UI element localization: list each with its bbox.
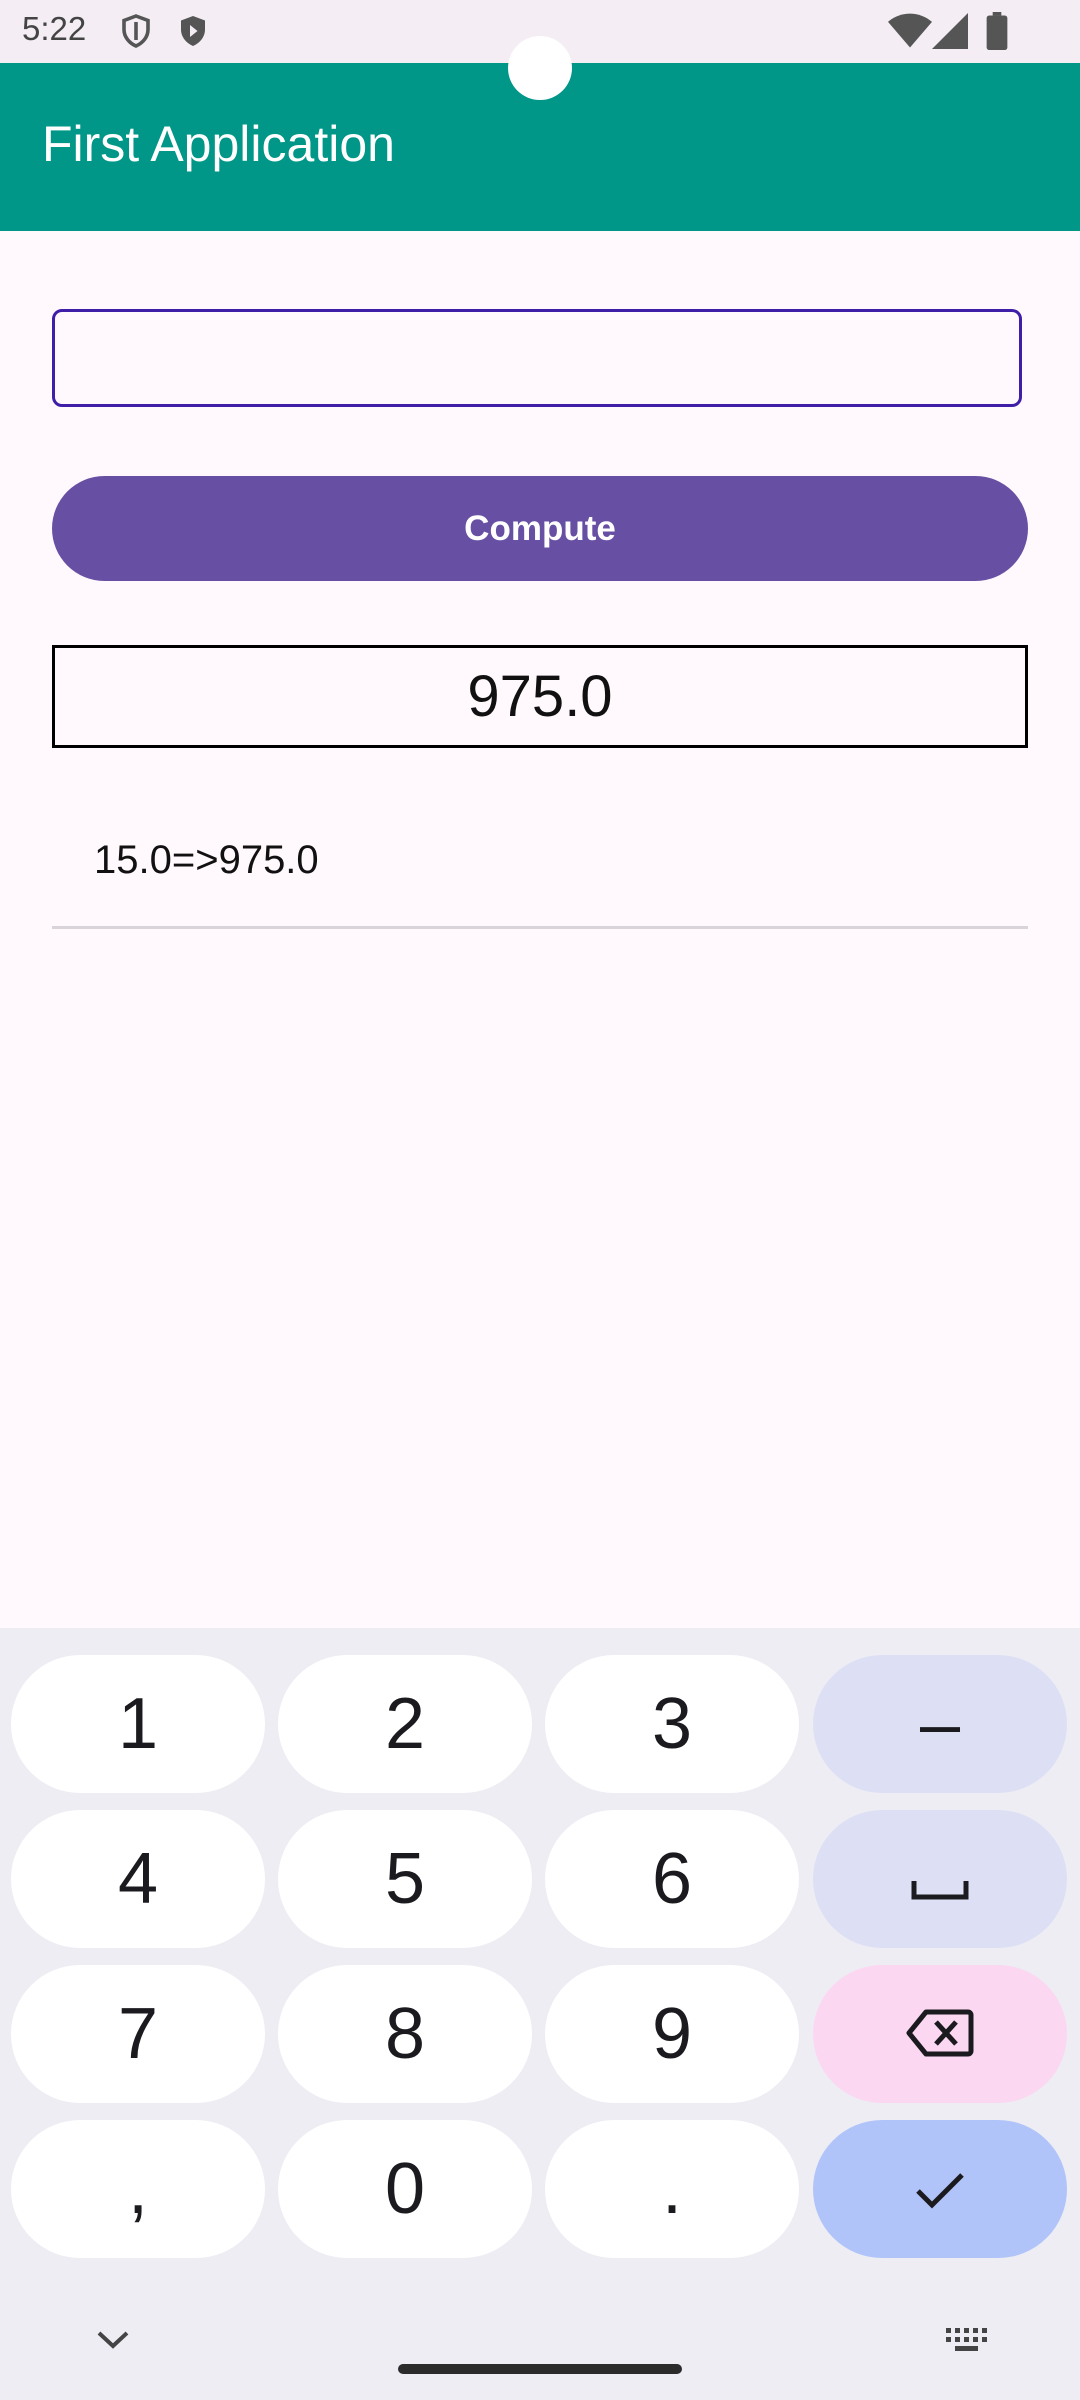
play-protect-icon xyxy=(175,12,211,55)
battery-icon xyxy=(986,12,1008,55)
chevron-down-icon[interactable] xyxy=(96,2330,130,2355)
key-done[interactable] xyxy=(813,2120,1067,2258)
keyboard-icon[interactable] xyxy=(944,2326,990,2359)
cell-signal-icon xyxy=(932,12,968,55)
shield-icon xyxy=(118,12,154,55)
key-period[interactable]: . xyxy=(545,2120,799,2258)
key-2[interactable]: 2 xyxy=(278,1655,532,1793)
app-title: First Application xyxy=(42,116,395,172)
result-display: 975.0 xyxy=(52,645,1028,748)
number-input[interactable] xyxy=(52,309,1022,407)
numeric-keyboard: 1 2 3 – 4 5 6 7 8 9 , 0 . xyxy=(0,1628,1080,2400)
key-9[interactable]: 9 xyxy=(545,1965,799,2103)
key-minus[interactable]: – xyxy=(813,1655,1067,1793)
camera-cutout xyxy=(508,36,572,100)
history-list-item[interactable]: 15.0=>975.0 xyxy=(94,838,319,883)
key-7[interactable]: 7 xyxy=(11,1965,265,2103)
status-time: 5:22 xyxy=(22,10,87,47)
key-3[interactable]: 3 xyxy=(545,1655,799,1793)
key-4[interactable]: 4 xyxy=(11,1810,265,1948)
compute-button[interactable]: Compute xyxy=(52,476,1028,581)
space-icon xyxy=(910,1838,970,1920)
key-8[interactable]: 8 xyxy=(278,1965,532,2103)
key-comma[interactable]: , xyxy=(11,2120,265,2258)
list-divider xyxy=(52,926,1028,929)
checkmark-icon xyxy=(912,2148,968,2230)
wifi-icon xyxy=(888,12,932,55)
key-6[interactable]: 6 xyxy=(545,1810,799,1948)
key-backspace[interactable] xyxy=(813,1965,1067,2103)
key-1[interactable]: 1 xyxy=(11,1655,265,1793)
key-space[interactable] xyxy=(813,1810,1067,1948)
key-5[interactable]: 5 xyxy=(278,1810,532,1948)
backspace-icon xyxy=(906,1993,974,2075)
key-0[interactable]: 0 xyxy=(278,2120,532,2258)
home-indicator[interactable] xyxy=(398,2364,682,2374)
